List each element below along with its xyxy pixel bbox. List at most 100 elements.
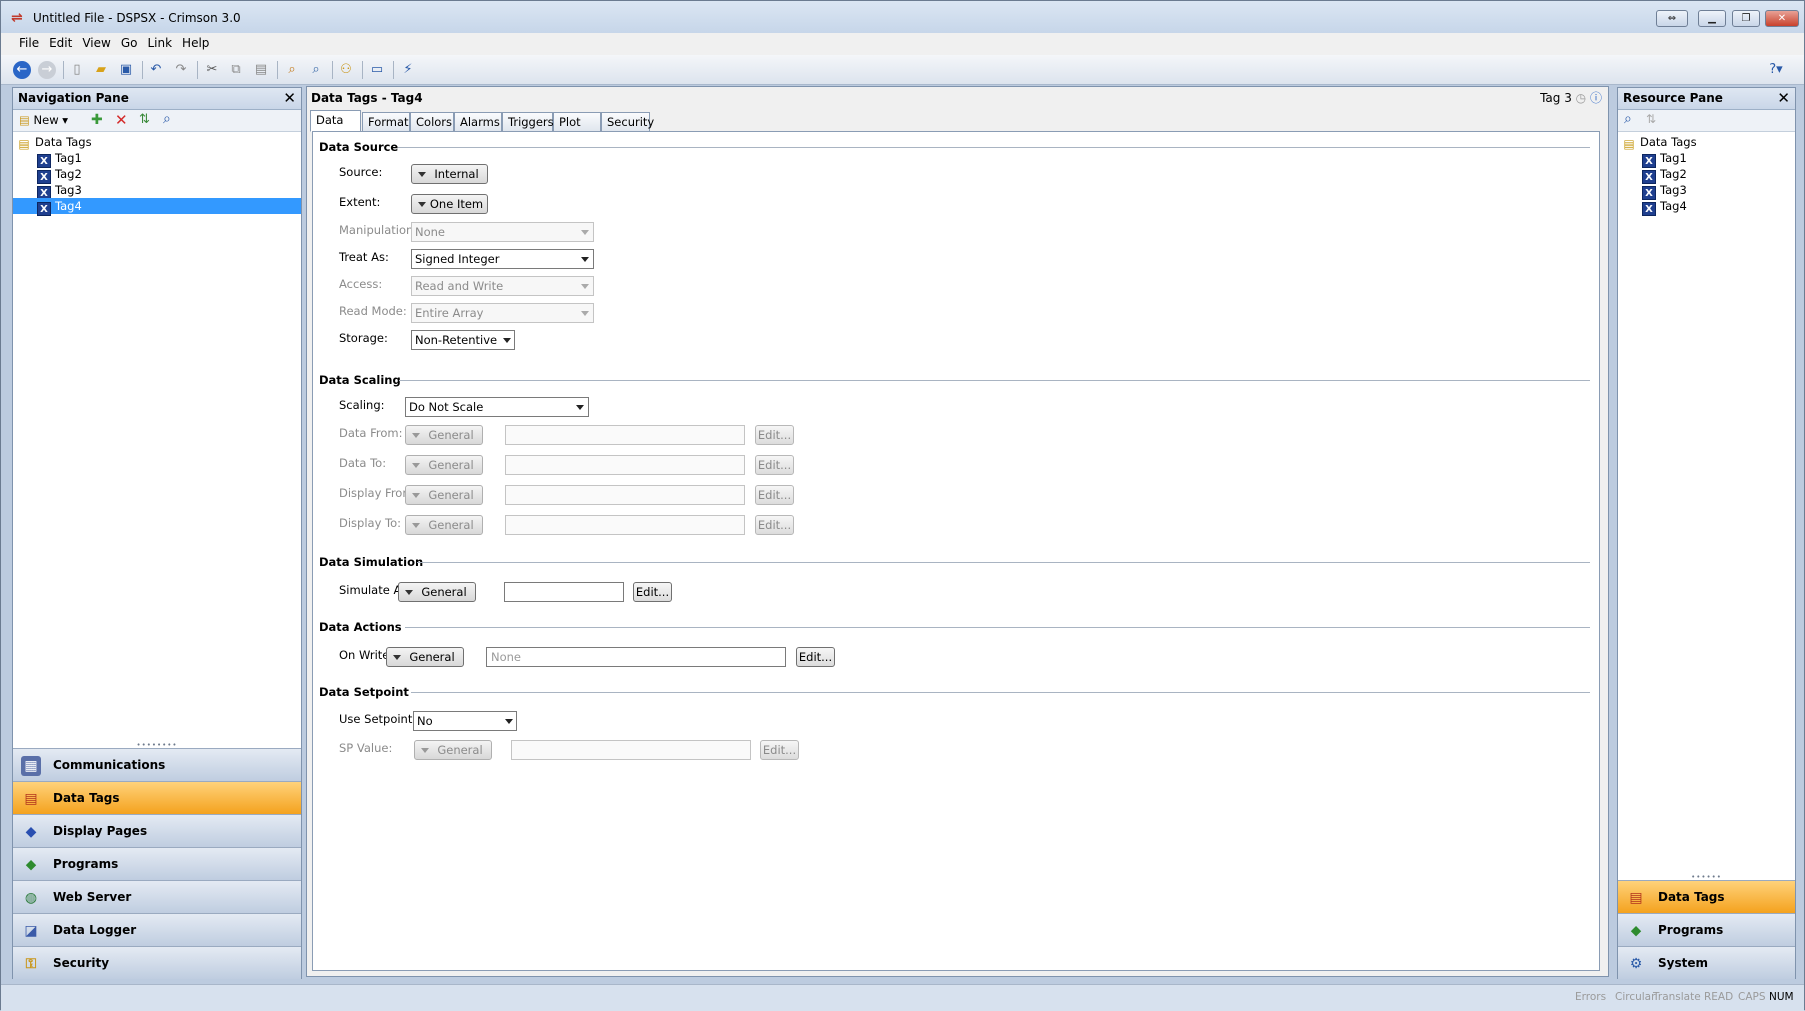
display-from-type-dropdown[interactable]: General [405, 485, 483, 505]
open-icon[interactable]: ▰ [92, 61, 110, 79]
search-icon[interactable]: ⌕ [163, 111, 171, 127]
resource-pane: Resource Pane ✕ ⌕ ⇅ ▤ Data Tags X Tag1 X Tag… [1617, 87, 1796, 979]
close-button[interactable]: ✕ [1765, 10, 1799, 27]
minimize-button[interactable]: ▁ [1698, 10, 1726, 27]
data-from-edit-button[interactable]: Edit... [755, 425, 794, 445]
paste-icon[interactable]: ▤ [252, 61, 270, 79]
transfer-icon[interactable]: ⚡ [399, 61, 417, 79]
menu-link[interactable]: Link [147, 33, 172, 53]
data-from-type-dropdown[interactable]: General [405, 425, 483, 445]
category-data-tags[interactable]: ▤ Data Tags [13, 781, 301, 814]
data-to-edit-button[interactable]: Edit... [755, 455, 794, 475]
sp-value-type-dropdown[interactable]: General [414, 740, 492, 760]
tree-item-tag2[interactable]: X Tag2 [13, 166, 301, 184]
display-to-field[interactable] [505, 515, 745, 535]
cut-icon[interactable]: ✂ [203, 61, 221, 79]
category-display-pages[interactable]: ◆ Display Pages [13, 814, 301, 847]
restore-layout-button[interactable]: ⇔ [1656, 10, 1688, 27]
new-file-icon[interactable]: ▯ [68, 61, 86, 79]
new-dropdown-button[interactable]: ▤ New ▾ [19, 113, 68, 127]
tab-format[interactable]: Format [362, 112, 410, 132]
simulate-as-type-dropdown[interactable]: General [398, 582, 476, 602]
data-to-field[interactable] [505, 455, 745, 475]
tree-item-label: Tag4 [55, 199, 82, 213]
window-icon[interactable]: ▭ [368, 61, 386, 79]
search-icon[interactable]: ⌕ [1624, 111, 1632, 127]
close-pane-icon[interactable]: ✕ [283, 88, 296, 109]
tab-plot[interactable]: Plot [553, 112, 601, 132]
back-icon[interactable]: ← [13, 61, 31, 79]
history-icon[interactable]: ◷ [1576, 91, 1586, 105]
editor-title: Data Tags - Tag4 [311, 91, 423, 105]
data-to-type-dropdown[interactable]: General [405, 455, 483, 475]
resource-item-tag4[interactable]: X Tag4 [1618, 198, 1795, 216]
menu-view[interactable]: View [82, 33, 110, 53]
tab-data[interactable]: Data [310, 110, 361, 132]
storage-select[interactable]: Non-Retentive [411, 330, 515, 350]
display-to-type-dropdown[interactable]: General [405, 515, 483, 535]
resource-item-tag1[interactable]: X Tag1 [1618, 150, 1795, 168]
resource-item-tag3[interactable]: X Tag3 [1618, 182, 1795, 200]
undo-icon[interactable]: ↶ [147, 61, 165, 79]
treat-as-select[interactable]: Signed Integer [411, 249, 594, 269]
simulate-as-edit-button[interactable]: Edit... [633, 582, 672, 602]
extent-dropdown[interactable]: One Item [411, 194, 488, 214]
sp-value-field[interactable] [511, 740, 751, 760]
display-to-edit-button[interactable]: Edit... [755, 515, 794, 535]
tree-item-tag3[interactable]: X Tag3 [13, 182, 301, 200]
tree-root-data-tags[interactable]: ▤ Data Tags [13, 134, 301, 151]
on-write-field[interactable]: None [486, 647, 786, 667]
maximize-button[interactable]: ❐ [1732, 10, 1760, 27]
category-communications[interactable]: ▦ Communications [13, 748, 301, 781]
help-icon[interactable]: ?▾ [1767, 61, 1785, 79]
category-data-logger[interactable]: ◪ Data Logger [13, 913, 301, 946]
data-from-field[interactable] [505, 425, 745, 445]
resource-category-programs[interactable]: ⬥ Programs [1618, 913, 1795, 946]
category-web-server[interactable]: ◍ Web Server [13, 880, 301, 913]
display-from-field[interactable] [505, 485, 745, 505]
tree-item-tag1[interactable]: X Tag1 [13, 150, 301, 168]
resource-item-tag2[interactable]: X Tag2 [1618, 166, 1795, 184]
forward-icon[interactable]: → [38, 61, 56, 79]
delete-icon[interactable]: ✕ [115, 111, 128, 129]
copy-icon[interactable]: ⧉ [227, 61, 245, 79]
window-title: Untitled File - DSPSX - Crimson 3.0 [33, 11, 241, 25]
on-write-edit-button[interactable]: Edit... [796, 647, 835, 667]
display-from-edit-button[interactable]: Edit... [755, 485, 794, 505]
category-security[interactable]: ⚿ Security [13, 946, 301, 979]
scaling-select[interactable]: Do Not Scale [405, 397, 589, 417]
sort-icon[interactable]: ⇅ [1646, 112, 1656, 126]
sp-value-edit-button[interactable]: Edit... [760, 740, 799, 760]
tree-item-tag4[interactable]: X Tag4 [13, 198, 301, 216]
access-select[interactable]: Read and Write [411, 276, 594, 296]
redo-icon[interactable]: ↷ [172, 61, 190, 79]
read-mode-select[interactable]: Entire Array [411, 303, 594, 323]
resource-category-system[interactable]: ⚙ System [1618, 946, 1795, 979]
category-programs[interactable]: ⬥ Programs [13, 847, 301, 880]
link-icon[interactable]: ⚇ [337, 61, 355, 79]
tab-alarms[interactable]: Alarms [454, 112, 502, 132]
menu-edit[interactable]: Edit [49, 33, 72, 53]
category-label: Communications [53, 758, 166, 772]
menu-help[interactable]: Help [182, 33, 209, 53]
info-icon[interactable]: ⓘ [1590, 91, 1602, 105]
save-icon[interactable]: ▣ [117, 61, 135, 79]
sort-icon[interactable]: ⇅ [139, 112, 150, 127]
tab-colors[interactable]: Colors [410, 112, 454, 132]
close-pane-icon[interactable]: ✕ [1777, 88, 1790, 109]
tab-triggers[interactable]: Triggers [502, 112, 554, 132]
on-write-type-dropdown[interactable]: General [386, 647, 464, 667]
data-tab-content: Data Source Source: Internal Extent: One… [312, 131, 1600, 971]
find-icon[interactable]: ⌕ [283, 61, 301, 79]
use-setpoint-select[interactable]: No [413, 711, 517, 731]
resource-category-data-tags[interactable]: ▤ Data Tags [1618, 880, 1795, 913]
source-dropdown[interactable]: Internal [411, 164, 488, 184]
menu-file[interactable]: File [19, 33, 39, 53]
manipulation-select[interactable]: None [411, 222, 594, 242]
tab-security[interactable]: Security [601, 112, 654, 132]
simulate-as-field[interactable] [504, 582, 624, 602]
find-replace-icon[interactable]: ⌕ [307, 61, 325, 79]
add-folder-icon[interactable]: ✚ [91, 112, 103, 128]
menu-go[interactable]: Go [121, 33, 138, 53]
resource-root-data-tags[interactable]: ▤ Data Tags [1618, 134, 1795, 151]
